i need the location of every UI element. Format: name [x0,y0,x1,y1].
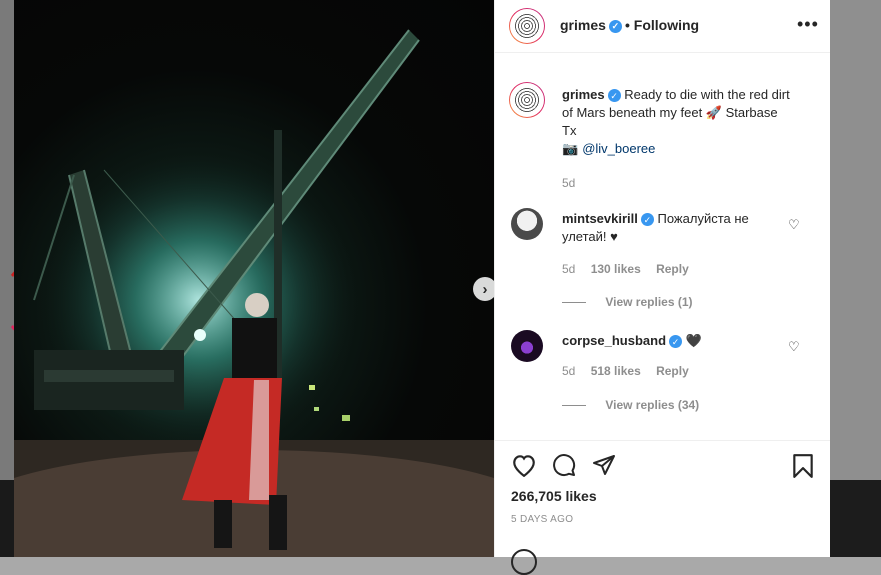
comment-likes-count[interactable]: 130 likes [591,262,641,276]
share-icon[interactable] [591,453,617,477]
caption-username[interactable]: grimes [562,87,605,102]
author-avatar[interactable] [509,8,545,44]
caption-time: 5d [562,176,576,190]
camera-icon: 📷 [562,141,579,156]
post-time-ago[interactable]: 5 DAYS AGO [511,514,573,525]
comment-username[interactable]: mintsevkirill [562,211,638,226]
post-photo[interactable]: › [14,0,494,557]
chevron-right-icon: › [482,280,488,298]
verified-badge-icon: ✓ [608,19,622,33]
verified-badge-icon: ✓ [640,213,654,227]
comment-time: 5d [562,262,576,276]
more-options-icon[interactable]: ••• [797,14,819,35]
comment-username[interactable]: corpse_husband [562,333,666,348]
post-side-panel: grimes ✓ • Following ••• grimes ✓ Ready to… [494,0,830,575]
comment-like-heart-icon[interactable]: ♡ [788,216,800,234]
verified-badge-icon: ✓ [607,89,621,103]
heart-icon[interactable] [511,453,537,477]
view-replies-button[interactable]: View replies (34) [562,396,699,414]
likes-count[interactable]: 266,705 likes [511,488,597,504]
bookmark-icon[interactable] [791,453,815,479]
night-crane-scene [14,29,494,557]
verified-badge-icon: ✓ [669,335,683,349]
comment-like-heart-icon[interactable]: ♡ [788,338,800,356]
comment-reply-button[interactable]: Reply [656,262,689,276]
following-status[interactable]: • Following [625,17,699,33]
commenter-avatar[interactable] [511,208,543,240]
post-header: grimes ✓ • Following ••• [495,0,830,53]
comment-reply-button[interactable]: Reply [656,364,689,378]
comment-text: 🖤 [685,333,702,348]
comments-list[interactable]: grimes ✓ Ready to die with the red dirt o… [495,62,830,440]
comment-icon[interactable] [551,453,577,477]
post-actions: 266,705 likes 5 DAYS AGO [495,440,830,575]
comment-likes-count[interactable]: 518 likes [591,364,641,378]
next-photo-button[interactable]: › [473,277,494,301]
comment-time: 5d [562,364,576,378]
author-username[interactable]: grimes ✓ [560,17,622,33]
view-replies-button[interactable]: View replies (1) [562,293,692,311]
background-page-right [829,0,881,557]
commenter-avatar[interactable] [511,330,543,362]
caption-avatar[interactable] [509,82,545,118]
credit-mention-link[interactable]: @liv_boeree [582,141,655,156]
emoji-icon[interactable] [511,549,537,575]
